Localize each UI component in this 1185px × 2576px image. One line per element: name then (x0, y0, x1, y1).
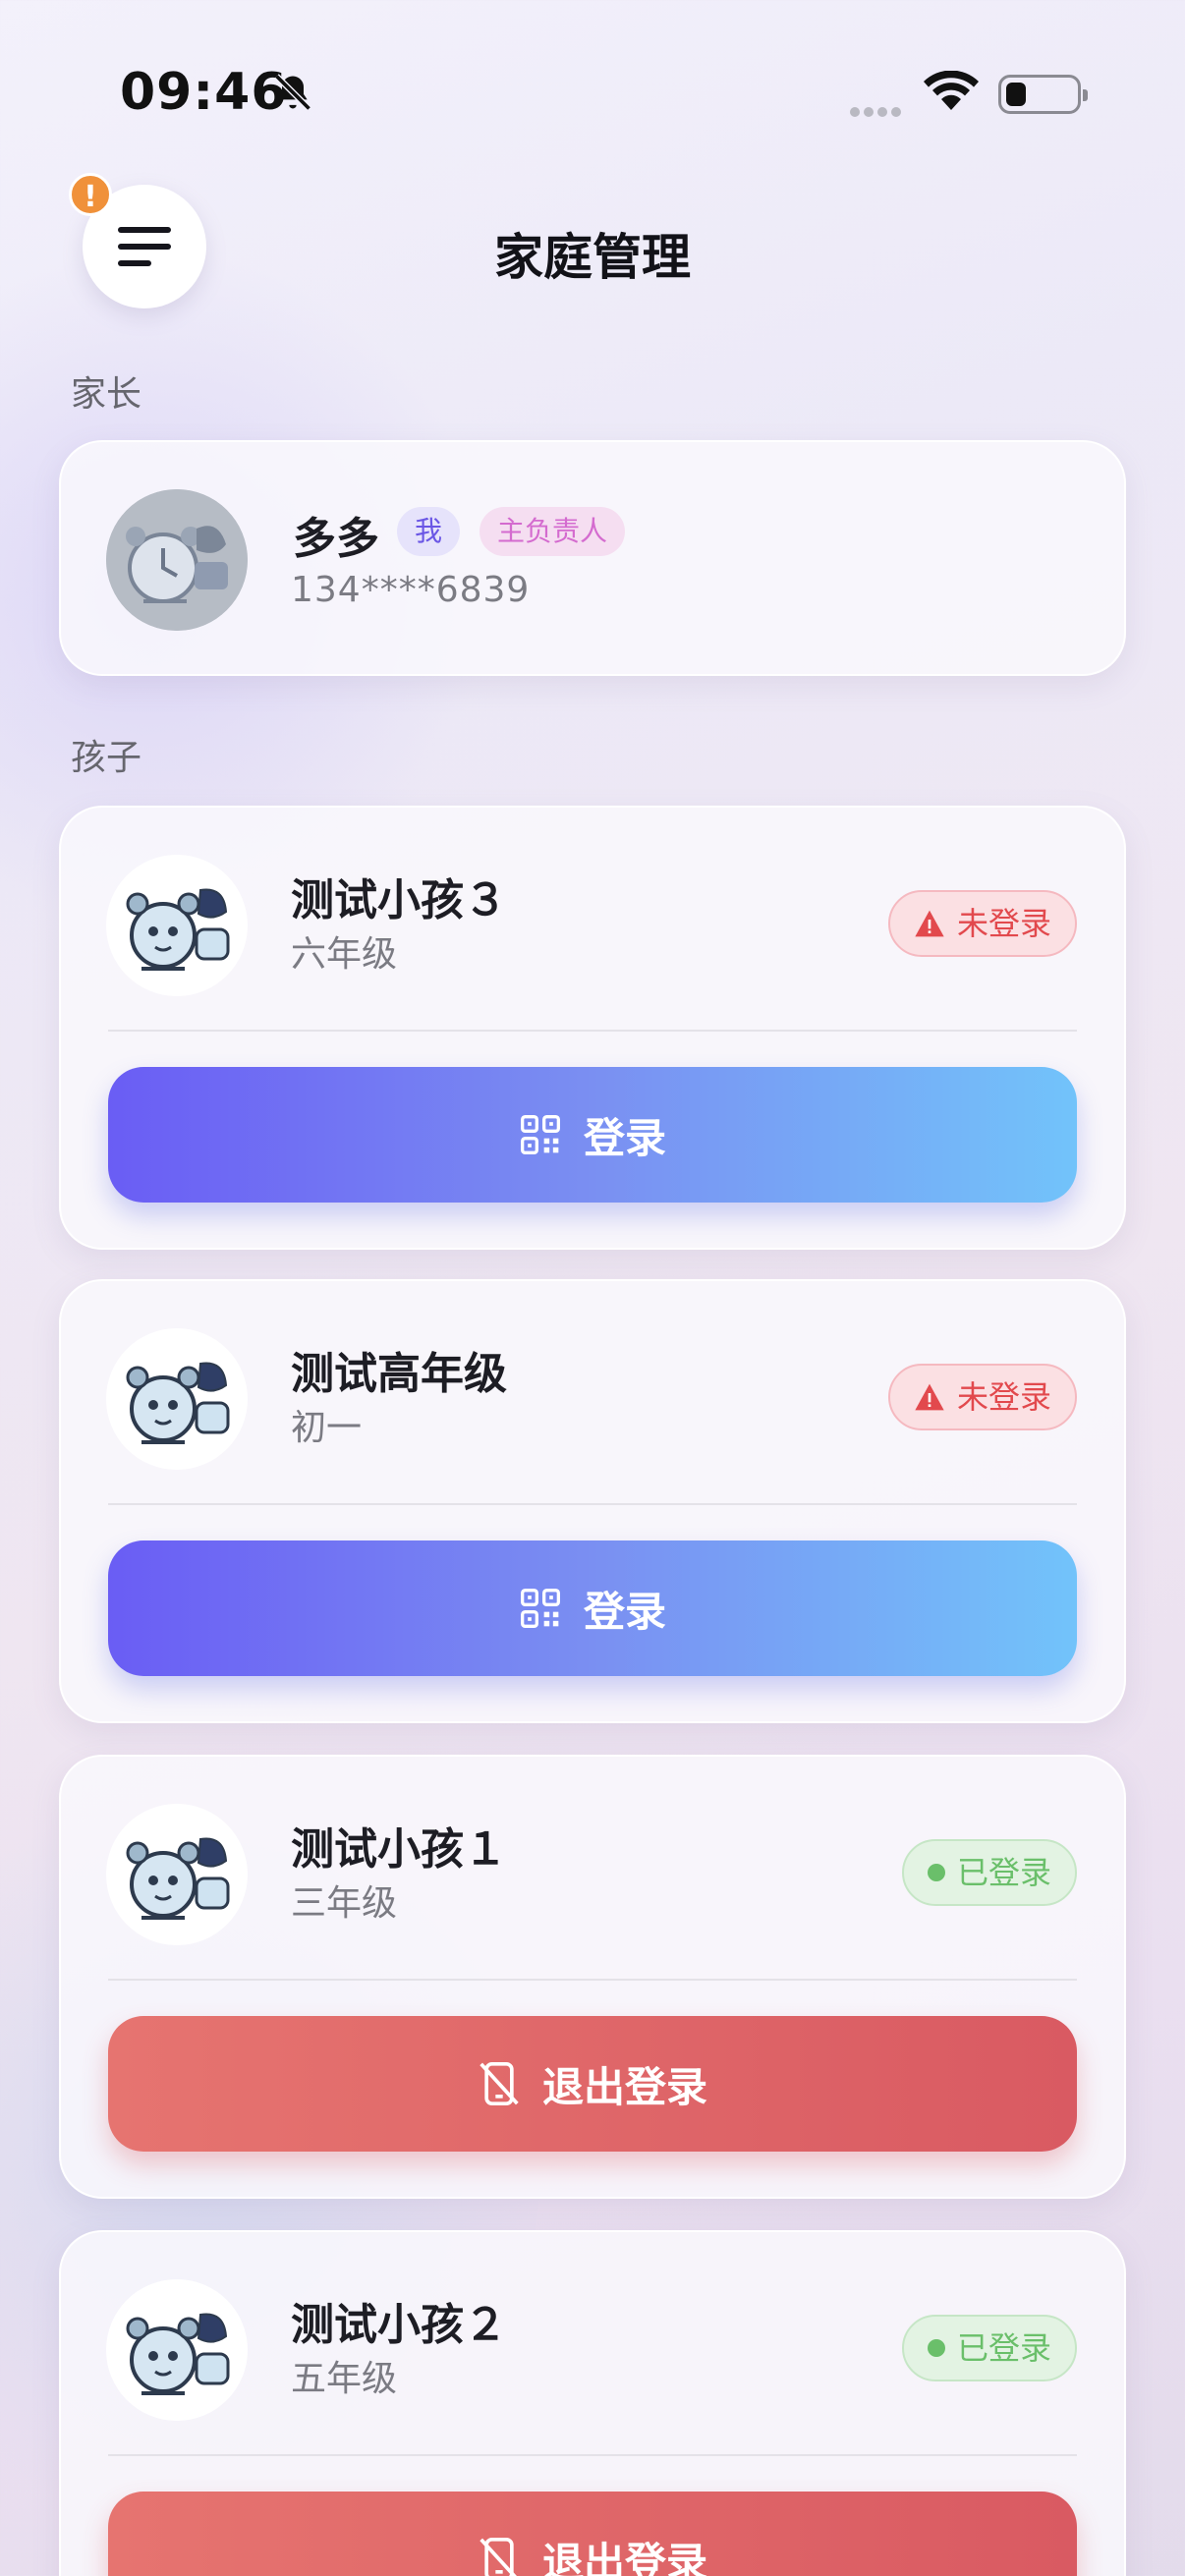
qr-code-icon (521, 1589, 560, 1628)
avatar (106, 1328, 248, 1470)
alert-badge: ! (69, 173, 112, 216)
parent-card[interactable]: 多多 我 主负责人 134****6839 (59, 440, 1126, 676)
alarm-clock-avatar-icon (106, 1804, 248, 1945)
wifi-icon (924, 71, 979, 110)
child-card: 测试小孩３ 六年级 未登录 登录 (59, 806, 1126, 1250)
logout-button[interactable]: 退出登录 (108, 2016, 1077, 2152)
phone-off-icon (480, 2062, 519, 2105)
child-grade: 六年级 (291, 934, 398, 975)
qr-code-icon (521, 1115, 560, 1154)
tag-me: 我 (397, 507, 461, 556)
status-badge: 已登录 (901, 1839, 1077, 1906)
online-dot-icon (927, 2339, 945, 2357)
avatar (106, 2279, 248, 2421)
login-button-label: 登录 (583, 1587, 666, 1636)
warning-icon (915, 1383, 944, 1411)
logout-button-label: 退出登录 (541, 2062, 707, 2111)
child-name: 测试小孩１ (291, 1824, 507, 1875)
child-grade: 三年级 (291, 1883, 398, 1924)
tag-primary-guardian: 主负责人 (480, 507, 626, 556)
divider (108, 2454, 1077, 2456)
bell-muted-icon (274, 74, 311, 111)
login-button[interactable]: 登录 (108, 1067, 1077, 1203)
parent-name: 多多 (293, 514, 379, 564)
status-time: 09:46 (120, 63, 288, 122)
status-badge: 未登录 (887, 890, 1077, 957)
avatar (106, 489, 248, 631)
child-grade: 初一 (291, 1408, 363, 1448)
login-button[interactable]: 登录 (108, 1540, 1077, 1676)
avatar (106, 855, 248, 996)
status-text: 未登录 (956, 1378, 1051, 1416)
child-name: 测试小孩３ (291, 875, 507, 925)
status-text: 已登录 (956, 2329, 1051, 2367)
child-card: 测试小孩２ 五年级 已登录 退出登录 (59, 2230, 1126, 2576)
child-name: 测试小孩２ (291, 2300, 507, 2350)
status-badge: 已登录 (901, 2315, 1077, 2381)
alarm-clock-avatar-icon (106, 2279, 248, 2421)
alarm-clock-avatar-icon (106, 1328, 248, 1470)
logout-button[interactable]: 退出登录 (108, 2492, 1077, 2576)
battery-icon (998, 75, 1088, 114)
status-badge: 未登录 (887, 1364, 1077, 1430)
page-title: 家庭管理 (494, 229, 691, 286)
parents-section-label: 家长 (71, 374, 142, 415)
logout-button-label: 退出登录 (541, 2538, 707, 2576)
divider (108, 1030, 1077, 1032)
phone-off-icon (480, 2538, 517, 2576)
warning-icon (915, 910, 944, 937)
divider (108, 1503, 1077, 1505)
cellular-signal-icon (850, 102, 905, 121)
child-grade: 五年级 (291, 2359, 398, 2399)
divider (108, 1979, 1077, 1981)
children-section-label: 孩子 (71, 738, 142, 778)
status-text: 未登录 (956, 905, 1051, 942)
status-text: 已登录 (956, 1854, 1051, 1891)
avatar (106, 1804, 248, 1945)
child-name: 测试高年级 (291, 1349, 507, 1399)
login-button-label: 登录 (583, 1113, 666, 1162)
status-bar: 09:46 (0, 0, 1185, 196)
alarm-clock-avatar-icon (106, 489, 248, 631)
parent-phone: 134****6839 (291, 570, 531, 610)
online-dot-icon (927, 1864, 945, 1881)
alarm-clock-avatar-icon (106, 855, 248, 996)
child-card: 测试小孩１ 三年级 已登录 退出登录 (59, 1755, 1126, 2199)
child-card: 测试高年级 初一 未登录 登录 (59, 1279, 1126, 1723)
